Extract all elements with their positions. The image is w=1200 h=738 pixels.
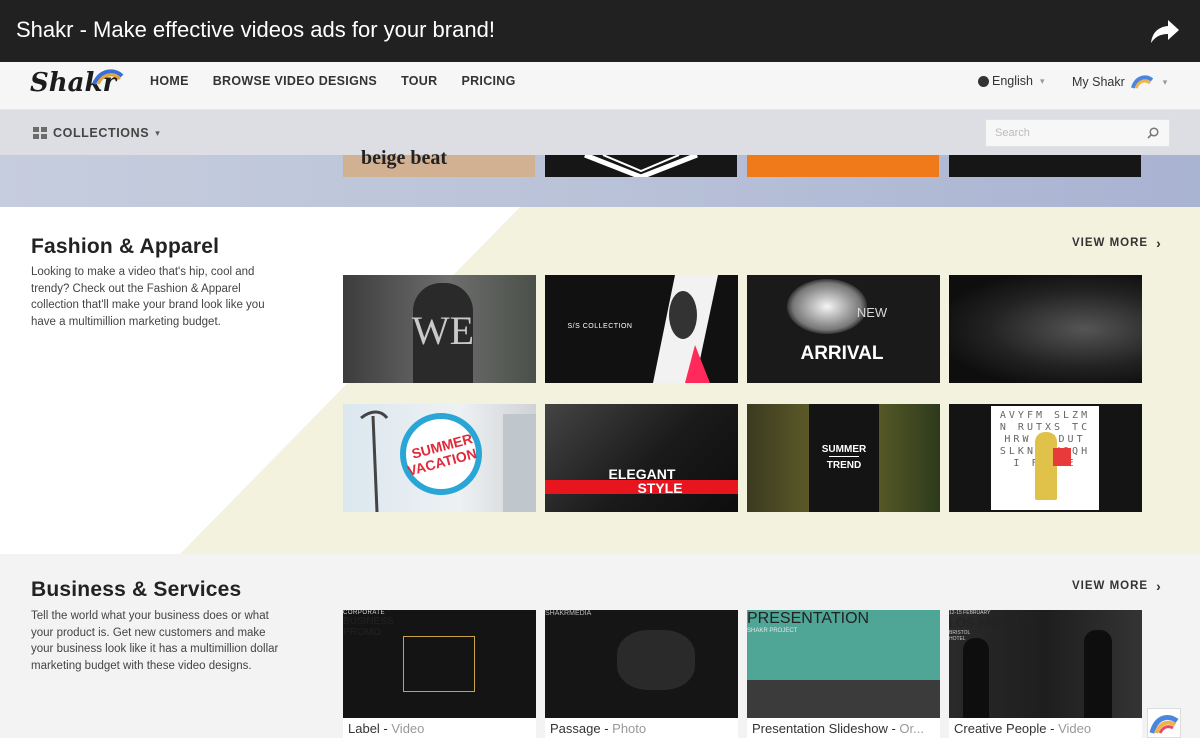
channel-logo[interactable]: [1147, 708, 1181, 738]
search-icon[interactable]: [1147, 127, 1159, 139]
tile-title: PRESENTATION: [747, 610, 870, 627]
video-tile-fashion[interactable]: S/S COLLECTION: [545, 275, 738, 383]
previous-collection-strip: beige beat: [0, 147, 1200, 207]
video-tile[interactable]: [747, 155, 939, 177]
section-title: Fashion & Apparel: [31, 235, 220, 258]
nav-browse-video-designs[interactable]: BROWSE VIDEO DESIGNS: [213, 74, 377, 88]
view-more-link[interactable]: VIEW MORE ›: [1072, 578, 1162, 594]
video-title-bar: Shakr - Make effective videos ads for yo…: [0, 0, 1200, 62]
tile-title: SUMMER: [821, 444, 867, 455]
video-tile-fashion[interactable]: SUMMER VACATION: [343, 404, 536, 512]
collections-toolbar: COLLECTIONS ▾: [0, 110, 1200, 155]
tile-title: STYLE: [637, 480, 683, 496]
video-tile-fashion[interactable]: NEW ARRIVAL: [747, 275, 940, 383]
my-shakr-menu[interactable]: My Shakr ▾: [1072, 74, 1167, 90]
caption-name: Creative People: [954, 721, 1047, 736]
tile-title: NEW: [856, 305, 888, 320]
view-more-label: VIEW MORE: [1072, 580, 1149, 592]
video-tile-fashion[interactable]: AVYFM SLZMN RUTXS TCHRW OEDUT SLKNE NOQH…: [949, 404, 1142, 512]
collections-label: COLLECTIONS: [53, 126, 150, 140]
tile-title: beige beat: [361, 147, 448, 169]
video-tile-fashion[interactable]: ELEGANT STYLE: [545, 404, 738, 512]
tile-caption[interactable]: Passage - Photo: [545, 718, 738, 738]
language-selector[interactable]: English ▾: [978, 74, 1045, 88]
video-tile[interactable]: [545, 155, 737, 177]
view-more-link[interactable]: VIEW MORE ›: [1072, 235, 1162, 251]
video-tile-business[interactable]: CORPORATE BUSINESS PROMO: [343, 610, 536, 718]
view-more-label: VIEW MORE: [1072, 237, 1149, 249]
nav-tour[interactable]: TOUR: [401, 74, 437, 88]
video-tile-business[interactable]: SHAKRMEDIA: [545, 610, 738, 718]
caption-name: Presentation Slideshow: [752, 721, 888, 736]
avatar-icon: [1130, 75, 1153, 89]
logo-swoosh-icon: [92, 69, 124, 85]
search-input[interactable]: [986, 120, 1136, 146]
video-tile-fashion[interactable]: [949, 275, 1142, 383]
caption-type: Video: [391, 721, 425, 736]
tile-title: ARRIVAL: [800, 343, 884, 364]
tile-title: TREND: [826, 460, 862, 471]
chevron-down-icon: ▾: [155, 127, 161, 138]
video-tile-business[interactable]: PRESENTATION SHAKR PROJECT: [747, 610, 940, 718]
shakr-mark-icon: [1149, 715, 1179, 734]
section-title: Business & Services: [31, 578, 242, 601]
tile-title: WE: [411, 308, 475, 353]
language-label: English: [992, 74, 1033, 88]
tile-graphic: [584, 155, 698, 177]
tile-caption[interactable]: Presentation Slideshow - Or...: [747, 718, 940, 738]
globe-icon: [978, 75, 989, 87]
collections-dropdown[interactable]: COLLECTIONS ▾: [33, 126, 160, 140]
tile-title: LOS ANGELES: [949, 616, 1038, 630]
business-services-section: Business & Services Tell the world what …: [0, 554, 1200, 738]
chevron-down-icon: ▾: [1040, 75, 1045, 86]
chevron-down-icon: ▾: [1162, 76, 1168, 87]
section-description: Looking to make a video that's hip, cool…: [31, 266, 265, 328]
tile-title: S/S COLLECTION: [567, 323, 633, 330]
video-tile[interactable]: [949, 155, 1141, 177]
caption-type: Or...: [899, 721, 924, 736]
site-header: Shakr HOME BROWSE VIDEO DESIGNS TOUR PRI…: [0, 62, 1200, 110]
section-description: Tell the world what your business does o…: [31, 610, 279, 672]
share-icon[interactable]: [1150, 18, 1180, 44]
tile-title: SHAKR PROJECT: [747, 628, 798, 634]
fashion-apparel-section: Fashion & Apparel Looking to make a vide…: [0, 207, 1200, 554]
chevron-right-icon: ›: [1156, 235, 1162, 251]
video-title[interactable]: Shakr - Make effective videos ads for yo…: [16, 17, 495, 43]
grid-icon: [33, 127, 47, 139]
caption-type: Photo: [612, 721, 647, 736]
main-nav: HOME BROWSE VIDEO DESIGNS TOUR PRICING: [150, 74, 516, 88]
video-tile-fashion[interactable]: WE: [343, 275, 536, 383]
nav-pricing[interactable]: PRICING: [461, 74, 515, 88]
search-box: [985, 119, 1170, 147]
tile-caption[interactable]: Creative People - Video: [949, 718, 1142, 738]
my-shakr-label: My Shakr: [1072, 75, 1125, 89]
video-tile-business[interactable]: 12-15 FEBRUARY LOS ANGELES BRISTOL HOTEL: [949, 610, 1142, 718]
video-tile-fashion[interactable]: SUMMER TREND: [747, 404, 940, 512]
caption-name: Label: [348, 721, 380, 736]
video-tile[interactable]: beige beat: [343, 147, 535, 177]
caption-name: Passage: [550, 721, 601, 736]
tile-title: SHAKRMEDIA: [545, 610, 592, 617]
tile-title: BUSINESS: [343, 616, 394, 627]
caption-type: Video: [1058, 721, 1092, 736]
chevron-right-icon: ›: [1156, 578, 1162, 594]
tile-caption[interactable]: Label - Video: [343, 718, 536, 738]
nav-home[interactable]: HOME: [150, 74, 189, 88]
